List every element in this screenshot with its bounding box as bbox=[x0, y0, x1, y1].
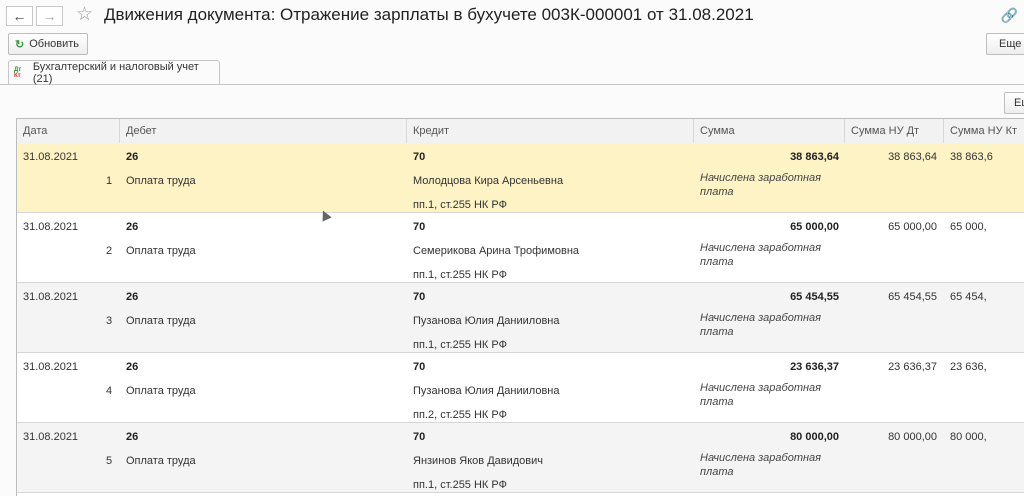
row-description: Начислена заработная плата bbox=[700, 452, 822, 478]
arrow-left-icon: ← bbox=[12, 8, 27, 24]
row-description: Начислена заработная плата bbox=[700, 382, 822, 408]
row-sum-nu-dt: 65 454,55 bbox=[888, 291, 937, 303]
row-debit: 26 bbox=[126, 291, 139, 303]
col-date[interactable]: Дата bbox=[17, 119, 120, 143]
row-debit-sub: Оплата труда bbox=[126, 315, 196, 327]
row-credit-sub2: пп.1, ст.255 НК РФ bbox=[413, 269, 507, 281]
col-sum[interactable]: Сумма bbox=[694, 119, 845, 143]
star-icon[interactable]: ☆ bbox=[76, 3, 93, 26]
row-sum: 38 863,64 bbox=[790, 151, 839, 163]
row-sum-nu-kt: 38 863,6 bbox=[950, 151, 993, 163]
table-more-label: Ещ bbox=[1014, 97, 1024, 109]
refresh-icon: ↻ bbox=[15, 38, 25, 51]
row-sum-nu-kt: 65 000, bbox=[950, 221, 987, 233]
table-row[interactable]: 31.08.2021 2 26 Оплата труда 70 Семерико… bbox=[17, 213, 1024, 283]
row-credit-sub1: Янзинов Яков Давидович bbox=[413, 455, 544, 467]
row-number: 4 bbox=[106, 385, 113, 397]
row-sum: 80 000,00 bbox=[790, 431, 839, 443]
row-debit-sub: Оплата труда bbox=[126, 245, 196, 257]
row-credit-sub2: пп.1, ст.255 НК РФ bbox=[413, 339, 507, 351]
table-header: Дата Дебет Кредит Сумма Сумма НУ Дт Сумм… bbox=[17, 119, 1024, 144]
row-date: 31.08.2021 bbox=[23, 361, 79, 373]
arrow-right-icon: → bbox=[42, 8, 57, 24]
row-debit-sub: Оплата труда bbox=[126, 175, 196, 187]
row-credit-sub1: Молодцова Кира Арсеньевна bbox=[413, 175, 564, 187]
row-description: Начислена заработная плата bbox=[700, 242, 822, 268]
row-sum-nu-dt: 38 863,64 bbox=[888, 151, 937, 163]
row-number: 1 bbox=[106, 175, 113, 187]
row-credit-sub2: пп.1, ст.255 НК РФ bbox=[413, 479, 507, 491]
row-number: 2 bbox=[106, 245, 113, 257]
col-sum-nu-dt[interactable]: Сумма НУ Дт bbox=[845, 119, 944, 143]
row-debit: 26 bbox=[126, 221, 139, 233]
row-credit: 70 bbox=[413, 221, 426, 233]
row-credit-sub2: пп.1, ст.255 НК РФ bbox=[413, 199, 507, 211]
tab-label: Бухгалтерский и налоговый учет (21) bbox=[32, 60, 199, 85]
row-date: 31.08.2021 bbox=[23, 291, 79, 303]
tab-accounting[interactable]: Дт Кт Бухгалтерский и налоговый учет (21… bbox=[8, 60, 220, 85]
row-sum-nu-kt: 23 636, bbox=[950, 361, 987, 373]
row-sum-nu-dt: 80 000,00 bbox=[888, 431, 937, 443]
row-credit-sub1: Пузанова Юлия Данииловна bbox=[413, 385, 560, 397]
row-date: 31.08.2021 bbox=[23, 431, 79, 443]
table-row[interactable]: 31.08.2021 1 26 Оплата труда 70 Молодцов… bbox=[17, 143, 1024, 213]
row-credit: 70 bbox=[413, 151, 426, 163]
row-date: 31.08.2021 bbox=[23, 221, 79, 233]
table-row[interactable]: 31.08.2021 4 26 Оплата труда 70 Пузанова… bbox=[17, 353, 1024, 423]
row-debit: 26 bbox=[126, 431, 139, 443]
col-sum-nu-kt[interactable]: Сумма НУ Кт bbox=[944, 119, 1024, 143]
more-label: Еще bbox=[999, 38, 1022, 50]
refresh-button[interactable]: ↻ Обновить bbox=[8, 33, 88, 55]
row-credit: 70 bbox=[413, 431, 426, 443]
refresh-label: Обновить bbox=[29, 38, 80, 50]
back-button[interactable]: ← bbox=[6, 6, 33, 26]
movements-table[interactable]: Дата Дебет Кредит Сумма Сумма НУ Дт Сумм… bbox=[16, 118, 1024, 496]
table-more-button[interactable]: Ещ bbox=[1004, 92, 1024, 114]
link-icon[interactable]: 🔗 bbox=[1001, 7, 1018, 24]
row-sum-nu-dt: 65 000,00 bbox=[888, 221, 937, 233]
page-title: Движения документа: Отражение зарплаты в… bbox=[104, 5, 754, 24]
row-credit-sub1: Семерикова Арина Трофимовна bbox=[413, 245, 580, 257]
table-row[interactable]: 31.08.2021 5 26 Оплата труда 70 Янзинов … bbox=[17, 423, 1024, 493]
row-debit-sub: Оплата труда bbox=[126, 385, 196, 397]
row-debit: 26 bbox=[126, 151, 139, 163]
more-button[interactable]: Еще bbox=[986, 33, 1024, 55]
col-credit[interactable]: Кредит bbox=[407, 119, 694, 143]
row-description: Начислена заработная плата bbox=[700, 172, 822, 198]
row-description: Начислена заработная плата bbox=[700, 312, 822, 338]
row-debit-sub: Оплата труда bbox=[126, 455, 196, 467]
row-sum: 23 636,37 bbox=[790, 361, 839, 373]
row-sum-nu-dt: 23 636,37 bbox=[888, 361, 937, 373]
row-credit: 70 bbox=[413, 291, 426, 303]
row-credit: 70 bbox=[413, 361, 426, 373]
row-credit-sub2: пп.2, ст.255 НК РФ bbox=[413, 409, 507, 421]
row-number: 3 bbox=[106, 315, 113, 327]
row-credit-sub1: Пузанова Юлия Данииловна bbox=[413, 315, 560, 327]
forward-button[interactable]: → bbox=[36, 6, 63, 26]
row-sum: 65 000,00 bbox=[790, 221, 839, 233]
row-number: 5 bbox=[106, 455, 113, 467]
row-debit: 26 bbox=[126, 361, 139, 373]
row-date: 31.08.2021 bbox=[23, 151, 79, 163]
row-sum-nu-kt: 80 000, bbox=[950, 431, 987, 443]
table-row[interactable]: 31.08.2021 3 26 Оплата труда 70 Пузанова… bbox=[17, 283, 1024, 353]
dt-kt-icon: Дт Кт bbox=[14, 66, 22, 79]
col-debit[interactable]: Дебет bbox=[120, 119, 407, 143]
row-sum: 65 454,55 bbox=[790, 291, 839, 303]
row-sum-nu-kt: 65 454, bbox=[950, 291, 987, 303]
